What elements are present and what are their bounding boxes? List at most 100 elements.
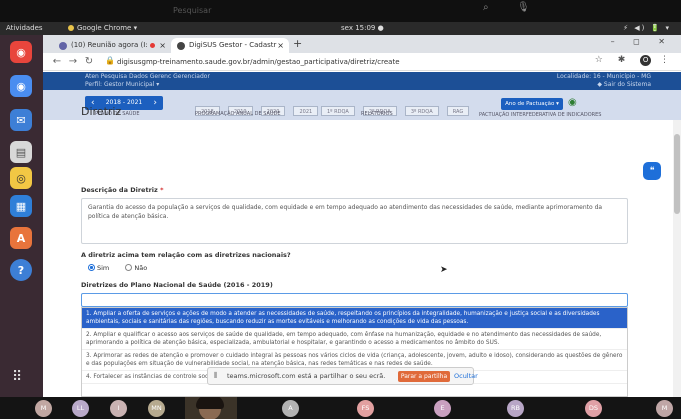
description-label: Descrição da Diretriz * <box>81 186 163 194</box>
teams-top-bar: Pesquisar ⌕ 🎙 <box>0 0 681 22</box>
pns-option[interactable]: 1. Ampliar a oferta de serviços e ações … <box>82 308 627 329</box>
participant-avatar[interactable]: FS <box>357 400 374 417</box>
window-controls[interactable]: – ◻ ✕ <box>611 37 673 46</box>
dock-thunderbird-icon[interactable]: ✉ <box>10 109 32 131</box>
participant-avatar[interactable]: DS <box>585 400 602 417</box>
radio-unchecked-icon[interactable] <box>125 264 133 271</box>
screen: Pesquisar ⌕ 🎙 Atividades Google Chrome ▾… <box>0 0 681 419</box>
tab-teams-meeting[interactable]: (10) Reunião agora (I: × <box>53 38 171 53</box>
dock-chromium-icon[interactable]: ◉ <box>10 75 32 97</box>
pns-select-input[interactable] <box>81 293 628 307</box>
participant-avatar[interactable]: M <box>35 400 52 417</box>
chat-bubble-icon[interactable]: ❝ <box>643 162 661 180</box>
chrome-app-icon <box>68 25 74 31</box>
dock-chrome-icon[interactable]: ◉ <box>10 41 32 63</box>
search-icon[interactable]: ⌕ <box>483 2 497 16</box>
digisus-header: Aten Pesquisa Dados Gerenc Gerenciador P… <box>43 72 681 120</box>
back-icon[interactable]: ← <box>51 55 63 69</box>
dock-software-icon[interactable]: A <box>10 227 32 249</box>
tab-title: DigiSUS Gestor - Cadastr <box>189 41 277 49</box>
location-info: Localidade: 16 - Município - MG ◆ Sair d… <box>557 73 651 89</box>
activities-button[interactable]: Atividades <box>6 22 43 35</box>
tab-title: (10) Reunião agora (I: <box>71 41 148 49</box>
participant-avatar[interactable]: RB <box>507 400 524 417</box>
view-eye-icon[interactable]: ◉ <box>568 97 582 109</box>
dock: ◉ ◉ ✉ ▤ ◎ ▦ A ? ⠿ <box>0 35 43 397</box>
close-tab-icon[interactable]: × <box>277 38 284 53</box>
share-indicator-icon: ⦀ <box>214 371 218 380</box>
lock-icon[interactable]: 🔒 <box>105 56 115 65</box>
toolbar-actions[interactable]: ☆ ✱ O ⋮ <box>595 55 675 66</box>
pns-label: Diretrizes do Plano Nacional de Saúde (2… <box>81 281 273 289</box>
mouse-pointer-icon: ➤ <box>440 265 448 275</box>
pas-label: PROGRAMAÇÃO ANUAL DE SAÚDE <box>195 111 281 117</box>
page-scrollbar[interactable] <box>673 120 681 397</box>
participant-avatar[interactable]: MN <box>148 400 165 417</box>
app-menu-label: Google Chrome ▾ <box>77 24 138 32</box>
tab-digisus[interactable]: DigiSUS Gestor - Cadastr × <box>171 38 289 53</box>
microphone-icon[interactable]: 🎙 <box>517 2 531 16</box>
dock-writer-icon[interactable]: ▦ <box>10 195 32 217</box>
description-label-text: Descrição da Diretriz <box>81 186 158 194</box>
participant-avatar[interactable]: E <box>434 400 451 417</box>
system-tray[interactable]: ⚡ ◀) 🔋 ▾ <box>623 22 671 35</box>
description-textarea[interactable]: Garantia do acesso da população a serviç… <box>81 198 628 244</box>
required-mark: * <box>160 186 164 194</box>
scroll-thumb[interactable] <box>674 134 680 214</box>
pactuacao-year-button[interactable]: Ano de Pactuação ▾ <box>501 98 563 110</box>
close-tab-icon[interactable]: × <box>159 38 166 53</box>
chevron-right-icon[interactable]: › <box>153 96 157 110</box>
logout-link[interactable]: ◆ Sair do Sistema <box>557 81 651 89</box>
radio-no[interactable]: Não <box>125 264 147 272</box>
reports-label: RELATÓRIOS <box>361 111 393 117</box>
participants-strip: M LL I MN A FS E RB DS M <box>0 397 681 419</box>
header-strip: Aten Pesquisa Dados Gerenc Gerenciador P… <box>43 72 681 90</box>
national-relation-question: A diretriz acima tem relação com as dire… <box>81 251 291 259</box>
participant-avatar[interactable]: LL <box>72 400 89 417</box>
profile-avatar[interactable]: O <box>640 55 652 66</box>
user-profile-select[interactable]: Perfil: Gestor Municipal ▾ <box>85 81 210 89</box>
radio-yes-label: Sim <box>97 264 110 272</box>
share-message: teams.microsoft.com está a partilhar o s… <box>227 372 386 380</box>
tab-strip: (10) Reunião agora (I: × DigiSUS Gestor … <box>43 35 681 53</box>
pactuacao-label: PACTUAÇÃO INTERFEDERATIVA DE INDICADORES <box>479 112 602 118</box>
report-buttons: 1º RDQA 2º RDQA 3º RDQA RAG <box>321 98 472 117</box>
user-name: Aten Pesquisa Dados Gerenc Gerenciador <box>85 73 210 80</box>
hide-button[interactable]: Ocultar <box>454 368 478 385</box>
video-hair <box>196 397 224 409</box>
dock-files-icon[interactable]: ▤ <box>10 141 32 163</box>
participant-avatar[interactable]: I <box>110 400 127 417</box>
address-bar[interactable]: digisusgmp-treinamento.saude.gov.br/admi… <box>117 56 400 68</box>
participant-avatar[interactable]: A <box>282 400 299 417</box>
page-title: Diretriz <box>81 105 122 118</box>
report-button[interactable]: 1º RDQA <box>321 106 355 116</box>
pas-year-button[interactable]: 2021 <box>293 106 319 116</box>
user-info: Aten Pesquisa Dados Gerenc Gerenciador P… <box>85 73 210 89</box>
radio-checked-icon[interactable] <box>88 264 95 271</box>
app-menu[interactable]: Google Chrome ▾ <box>68 22 137 35</box>
location-text: Localidade: 16 - Município - MG <box>556 73 651 80</box>
dock-help-icon[interactable]: ? <box>10 259 32 281</box>
participant-video[interactable] <box>185 397 237 419</box>
pns-option[interactable]: 2. Ampliar e qualificar o acesso aos ser… <box>82 329 627 350</box>
chrome-window: (10) Reunião agora (I: × DigiSUS Gestor … <box>43 35 681 397</box>
report-button[interactable]: 3º RDQA <box>404 106 439 116</box>
stop-sharing-button[interactable]: Parar a partilha <box>398 371 450 382</box>
recording-dot-icon <box>150 43 155 48</box>
digisus-favicon-icon <box>177 42 185 50</box>
apps-grid-icon[interactable]: ⠿ <box>12 369 30 387</box>
browser-toolbar: ← → ↻ 🔒 digisusgmp-treinamento.saude.gov… <box>43 53 681 71</box>
report-button[interactable]: RAG <box>446 106 470 116</box>
teams-favicon-icon <box>59 42 67 50</box>
clock[interactable]: sex 15:09 ● <box>341 22 384 35</box>
reload-icon[interactable]: ↻ <box>83 55 95 69</box>
dock-rhythmbox-icon[interactable]: ◎ <box>10 167 32 189</box>
participant-avatar[interactable]: M <box>656 400 673 417</box>
national-relation-radios: Sim Não <box>88 264 147 272</box>
bookmark-star-icon[interactable]: ☆ ✱ <box>595 55 631 65</box>
ubuntu-top-panel: Atividades Google Chrome ▾ sex 15:09 ● ⚡… <box>0 22 681 35</box>
radio-no-label: Não <box>134 264 148 272</box>
radio-yes[interactable]: Sim <box>88 264 109 272</box>
new-tab-button[interactable]: + <box>293 37 302 50</box>
forward-icon[interactable]: → <box>67 55 79 69</box>
